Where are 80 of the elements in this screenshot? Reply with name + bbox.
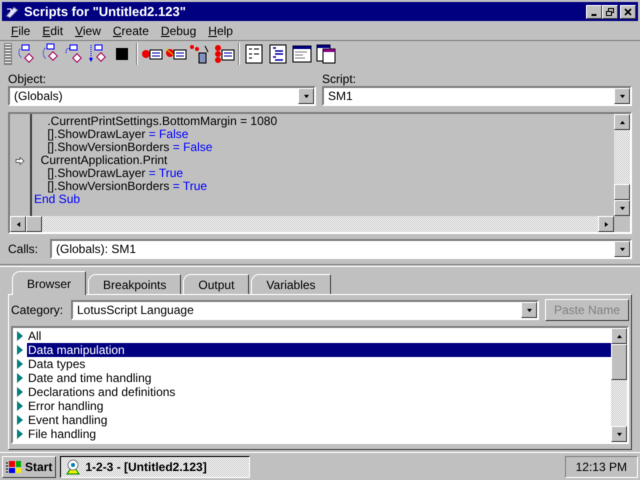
dropdown-button[interactable] bbox=[521, 302, 537, 318]
toolbar-grip[interactable] bbox=[4, 42, 12, 64]
clock: 12:13 PM bbox=[564, 456, 638, 478]
script-dropdown[interactable]: SM1 bbox=[322, 86, 632, 106]
list-item[interactable]: Declarations and definitions bbox=[27, 385, 176, 399]
scroll-thumb[interactable] bbox=[614, 184, 630, 200]
window-title: Scripts for "Untitled2.123" bbox=[24, 2, 187, 21]
category-label: Category: bbox=[11, 302, 64, 319]
field-value: SM1 bbox=[327, 88, 354, 105]
field-value: (Globals): SM1 bbox=[55, 241, 138, 258]
code-line: End Sub bbox=[34, 193, 80, 206]
menu-item[interactable]: Edit bbox=[37, 22, 68, 40]
taskbar-button[interactable]: 1-2-3 - [Untitled2.123] bbox=[60, 456, 250, 478]
list-item[interactable]: Error handling bbox=[27, 399, 104, 413]
list-item[interactable]: File handling bbox=[27, 427, 98, 441]
code-line: [].ShowVersionBorders = True bbox=[46, 180, 208, 193]
app-icon bbox=[4, 4, 20, 20]
code-editor[interactable]: .CurrentPrintSettings.BottomMargin = 1080 [].ShowDrawLayer = False [].ShowVersionBorders = False CurrentApplication.Print [].ShowDrawLayer = True [].ShowVersionBorders = True End Sub bbox=[8, 112, 632, 234]
tab[interactable]: Output bbox=[183, 274, 250, 295]
list-item[interactable]: All bbox=[27, 329, 42, 343]
scroll-thumb[interactable] bbox=[611, 344, 627, 380]
scroll-left-button[interactable] bbox=[10, 216, 26, 232]
dropdown-button[interactable] bbox=[614, 241, 630, 257]
menu-item[interactable]: File bbox=[6, 22, 36, 40]
left-arrow-icon bbox=[16, 220, 20, 228]
menu-item[interactable]: Create bbox=[108, 22, 154, 40]
code-line: [].ShowDrawLayer = False bbox=[46, 128, 188, 141]
code-line: .CurrentPrintSettings.BottomMargin = 1080 bbox=[46, 115, 278, 128]
minimize-icon bbox=[591, 14, 597, 16]
restore-icon bbox=[606, 8, 614, 16]
scroll-up-button[interactable] bbox=[611, 328, 627, 344]
menu-item[interactable]: View bbox=[70, 22, 106, 40]
dropdown-button[interactable] bbox=[614, 88, 630, 104]
scroll-thumb[interactable] bbox=[26, 216, 42, 232]
tab[interactable]: Breakpoints bbox=[88, 274, 182, 295]
up-arrow-icon bbox=[616, 334, 622, 338]
restore-button[interactable] bbox=[602, 4, 618, 18]
scroll-right-button[interactable] bbox=[598, 216, 614, 232]
windows-logo-icon bbox=[6, 460, 22, 474]
object-label: Object: bbox=[8, 71, 48, 86]
start-button[interactable]: Start bbox=[2, 456, 56, 478]
down-arrow-icon bbox=[618, 246, 626, 252]
dropdown-button[interactable] bbox=[298, 88, 314, 104]
vertical-scrollbar[interactable] bbox=[614, 114, 630, 216]
minimize-button[interactable] bbox=[586, 4, 602, 18]
scroll-up-button[interactable] bbox=[614, 114, 630, 130]
calls-dropdown[interactable]: (Globals): SM1 bbox=[50, 239, 632, 259]
horizontal-scrollbar[interactable] bbox=[10, 216, 614, 232]
tab[interactable]: Browser bbox=[12, 271, 86, 295]
script-label: Script: bbox=[322, 71, 358, 86]
down-arrow-icon bbox=[302, 94, 310, 98]
scroll-down-button[interactable] bbox=[614, 200, 630, 216]
code-line: [].ShowDrawLayer = True bbox=[47, 167, 184, 180]
list-item[interactable]: Event handling bbox=[27, 413, 108, 427]
down-arrow-icon bbox=[526, 308, 532, 312]
down-arrow-icon bbox=[618, 206, 626, 210]
right-arrow-icon bbox=[604, 220, 608, 228]
scroll-down-button[interactable] bbox=[611, 426, 627, 442]
down-arrow-icon bbox=[618, 94, 626, 98]
window-icon[interactable] bbox=[291, 42, 313, 64]
menu-item[interactable]: Debug bbox=[156, 22, 202, 40]
down-arrow-icon bbox=[616, 432, 622, 436]
list-item[interactable]: Date and time handling bbox=[27, 371, 152, 385]
list-item[interactable]: Data types bbox=[27, 357, 86, 371]
menu-item[interactable]: Help bbox=[203, 22, 238, 40]
object-dropdown[interactable]: (Globals) bbox=[8, 86, 316, 106]
close-button[interactable] bbox=[620, 4, 636, 18]
close-icon bbox=[624, 8, 632, 16]
field-value: LotusScript Language bbox=[76, 302, 195, 319]
code-line: CurrentApplication.Print bbox=[40, 154, 168, 167]
calls-label: Calls: bbox=[8, 241, 40, 258]
field-value: (Globals) bbox=[13, 88, 64, 105]
windows-icon[interactable] bbox=[315, 42, 337, 64]
tab[interactable]: Variables bbox=[251, 274, 331, 295]
category-dropdown[interactable]: LotusScript Language bbox=[71, 300, 539, 320]
code-line: [].ShowVersionBorders = False bbox=[46, 141, 212, 154]
category-list[interactable]: All Data manipulation Data types Date and time handling Declarations and definitions Error handling Event handling File handling bbox=[11, 326, 629, 444]
up-arrow-icon bbox=[618, 120, 626, 124]
list-item[interactable]: Data manipulation bbox=[27, 343, 611, 357]
vertical-scrollbar[interactable] bbox=[611, 328, 627, 442]
